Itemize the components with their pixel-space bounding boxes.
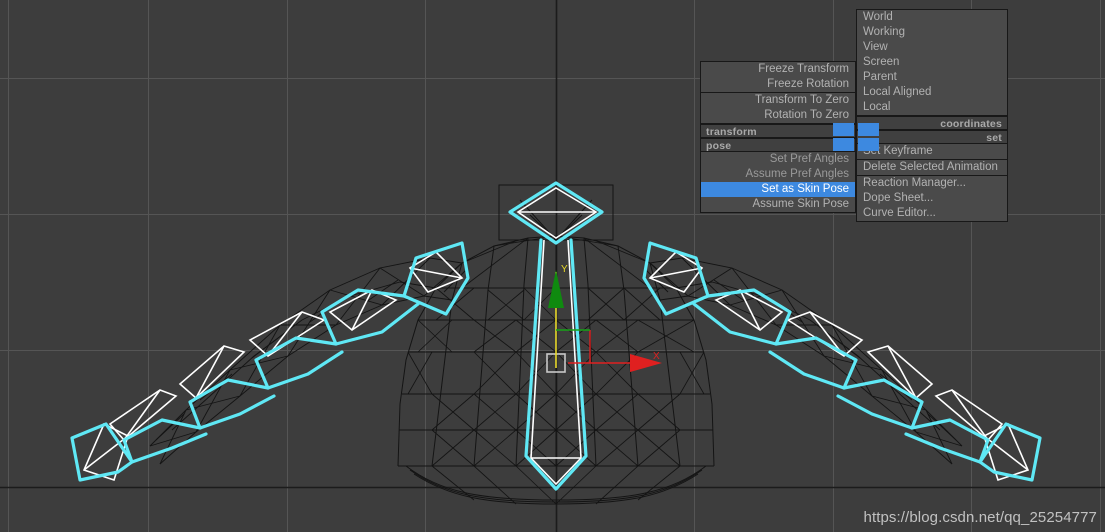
menu-item-assume-pref-angles[interactable]: Assume Pref Angles bbox=[701, 167, 855, 182]
drag-handle-bottom-right[interactable] bbox=[858, 138, 879, 151]
menu-item-dope-sheet[interactable]: Dope Sheet... bbox=[857, 191, 1007, 206]
menu-item-freeze-transform[interactable]: Freeze Transform bbox=[701, 62, 855, 77]
menu-item-screen[interactable]: Screen bbox=[857, 55, 1007, 70]
gizmo-y-arrow[interactable] bbox=[548, 270, 564, 308]
menu-item-set-as-skin-pose[interactable]: Set as Skin Pose bbox=[701, 182, 855, 197]
drag-handle-top-right[interactable] bbox=[858, 123, 879, 136]
set-group-2: Delete Selected Animation bbox=[857, 160, 1007, 176]
menu-item-reaction-manager[interactable]: Reaction Manager... bbox=[857, 176, 1007, 191]
menu-item-freeze-rotation[interactable]: Freeze Rotation bbox=[701, 77, 855, 92]
quad-title-pose[interactable]: pose bbox=[701, 138, 855, 152]
transform-group-1: Freeze Transform Freeze Rotation bbox=[701, 62, 855, 93]
quad-title-set[interactable]: set bbox=[857, 130, 1007, 144]
menu-item-parent[interactable]: Parent bbox=[857, 70, 1007, 85]
gizmo-y-label: Y bbox=[561, 264, 568, 275]
coordinates-group: World Working View Screen Parent Local A… bbox=[857, 10, 1007, 116]
drag-handle-top-left[interactable] bbox=[833, 123, 854, 136]
menu-item-working[interactable]: Working bbox=[857, 25, 1007, 40]
menu-item-set-keyframe[interactable]: Set Keyframe bbox=[857, 144, 1007, 159]
menu-item-transform-to-zero[interactable]: Transform To Zero bbox=[701, 93, 855, 108]
quad-menu-drag-handles[interactable] bbox=[833, 123, 879, 151]
menu-item-delete-selected-animation[interactable]: Delete Selected Animation bbox=[857, 160, 1007, 175]
menu-item-set-pref-angles[interactable]: Set Pref Angles bbox=[701, 152, 855, 167]
watermark-text: https://blog.csdn.net/qq_25254777 bbox=[863, 509, 1097, 526]
transform-group-2: Transform To Zero Rotation To Zero bbox=[701, 93, 855, 124]
quad-title-coordinates[interactable]: coordinates bbox=[857, 116, 1007, 130]
quad-title-transform[interactable]: transform bbox=[701, 124, 855, 138]
gizmo-x-label: X bbox=[653, 351, 660, 362]
set-group-3: Reaction Manager... Dope Sheet... Curve … bbox=[857, 176, 1007, 221]
viewport-app-window: Y X Freeze Transform Freeze Rotation Tra… bbox=[0, 0, 1105, 532]
pose-group-1: Set Pref Angles Assume Pref Angles Set a… bbox=[701, 152, 855, 212]
quad-menu-right[interactable]: World Working View Screen Parent Local A… bbox=[856, 9, 1008, 222]
menu-item-assume-skin-pose[interactable]: Assume Skin Pose bbox=[701, 197, 855, 212]
set-group-1: Set Keyframe bbox=[857, 144, 1007, 160]
menu-item-view[interactable]: View bbox=[857, 40, 1007, 55]
menu-item-local[interactable]: Local bbox=[857, 100, 1007, 115]
drag-handle-bottom-left[interactable] bbox=[833, 138, 854, 151]
menu-item-local-aligned[interactable]: Local Aligned bbox=[857, 85, 1007, 100]
menu-item-curve-editor[interactable]: Curve Editor... bbox=[857, 206, 1007, 221]
menu-item-world[interactable]: World bbox=[857, 10, 1007, 25]
menu-item-rotation-to-zero[interactable]: Rotation To Zero bbox=[701, 108, 855, 123]
